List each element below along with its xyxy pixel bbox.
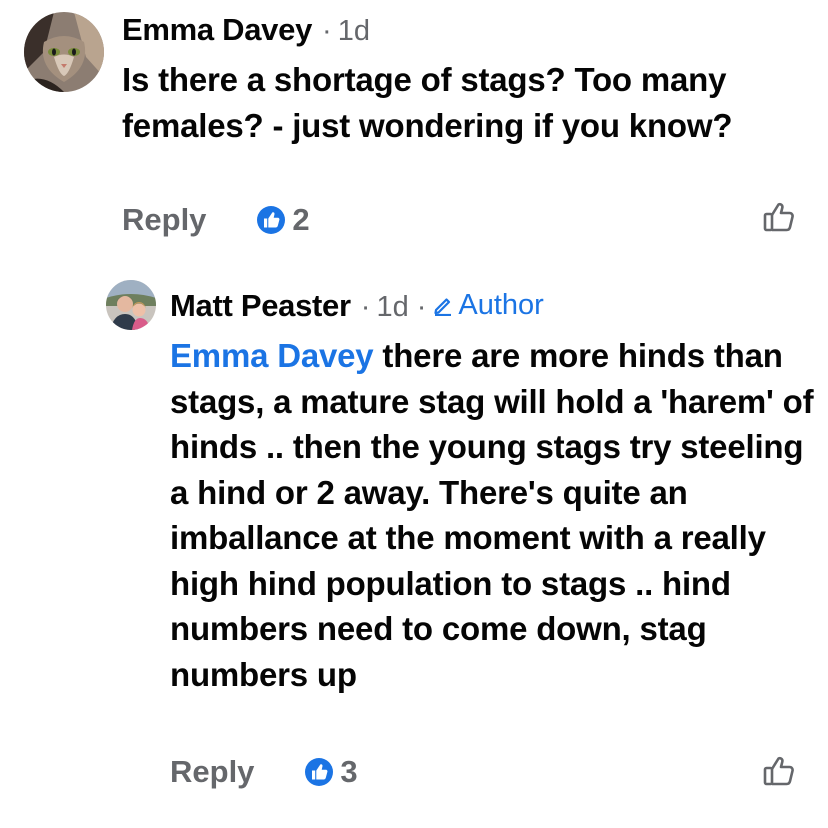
reaction-summary[interactable]: 2: [256, 202, 310, 238]
author-badge-label: Author: [458, 288, 544, 321]
pencil-icon: [434, 298, 452, 316]
mention-link[interactable]: Emma Davey: [170, 337, 374, 374]
comment: Emma Davey · 1d Is there a shortage of s…: [0, 0, 828, 260]
author-name[interactable]: Matt Peaster: [170, 288, 351, 324]
thumbs-up-icon: [763, 202, 794, 232]
reply-button[interactable]: Reply: [122, 202, 206, 238]
author-badge: Author: [432, 288, 544, 322]
reaction-summary[interactable]: 3: [304, 754, 358, 790]
comment-actions: Reply 2: [122, 202, 310, 238]
like-button[interactable]: [762, 200, 796, 239]
comment-text: Is there a shortage of stags? Too many f…: [122, 61, 733, 144]
avatar[interactable]: [24, 12, 104, 92]
like-reaction-icon: [305, 758, 334, 786]
reply-comment: Matt Peaster · 1d · Author Emma Davey th…: [0, 272, 828, 828]
thumbs-up-icon: [763, 756, 794, 786]
comment-header: Emma Davey · 1d: [122, 12, 378, 48]
like-reaction-icon: [257, 206, 286, 234]
like-button[interactable]: [762, 754, 796, 793]
avatar[interactable]: [106, 280, 156, 330]
comment-header: Matt Peaster · 1d · Author: [170, 288, 544, 324]
reply-button[interactable]: Reply: [170, 754, 254, 790]
comment-actions: Reply 3: [170, 754, 358, 790]
reaction-count: 3: [340, 754, 358, 789]
separator-dot: ·: [360, 291, 371, 323]
separator-dot: ·: [322, 15, 332, 47]
comment-text: Emma Davey there are more hinds than sta…: [170, 333, 820, 697]
timestamp[interactable]: 1d: [338, 15, 370, 48]
timestamp[interactable]: 1d: [376, 291, 408, 324]
separator-dot: ·: [416, 291, 427, 323]
reaction-count: 2: [292, 202, 310, 237]
author-name[interactable]: Emma Davey: [122, 12, 312, 48]
comment-body: there are more hinds than stags, a matur…: [170, 337, 814, 693]
